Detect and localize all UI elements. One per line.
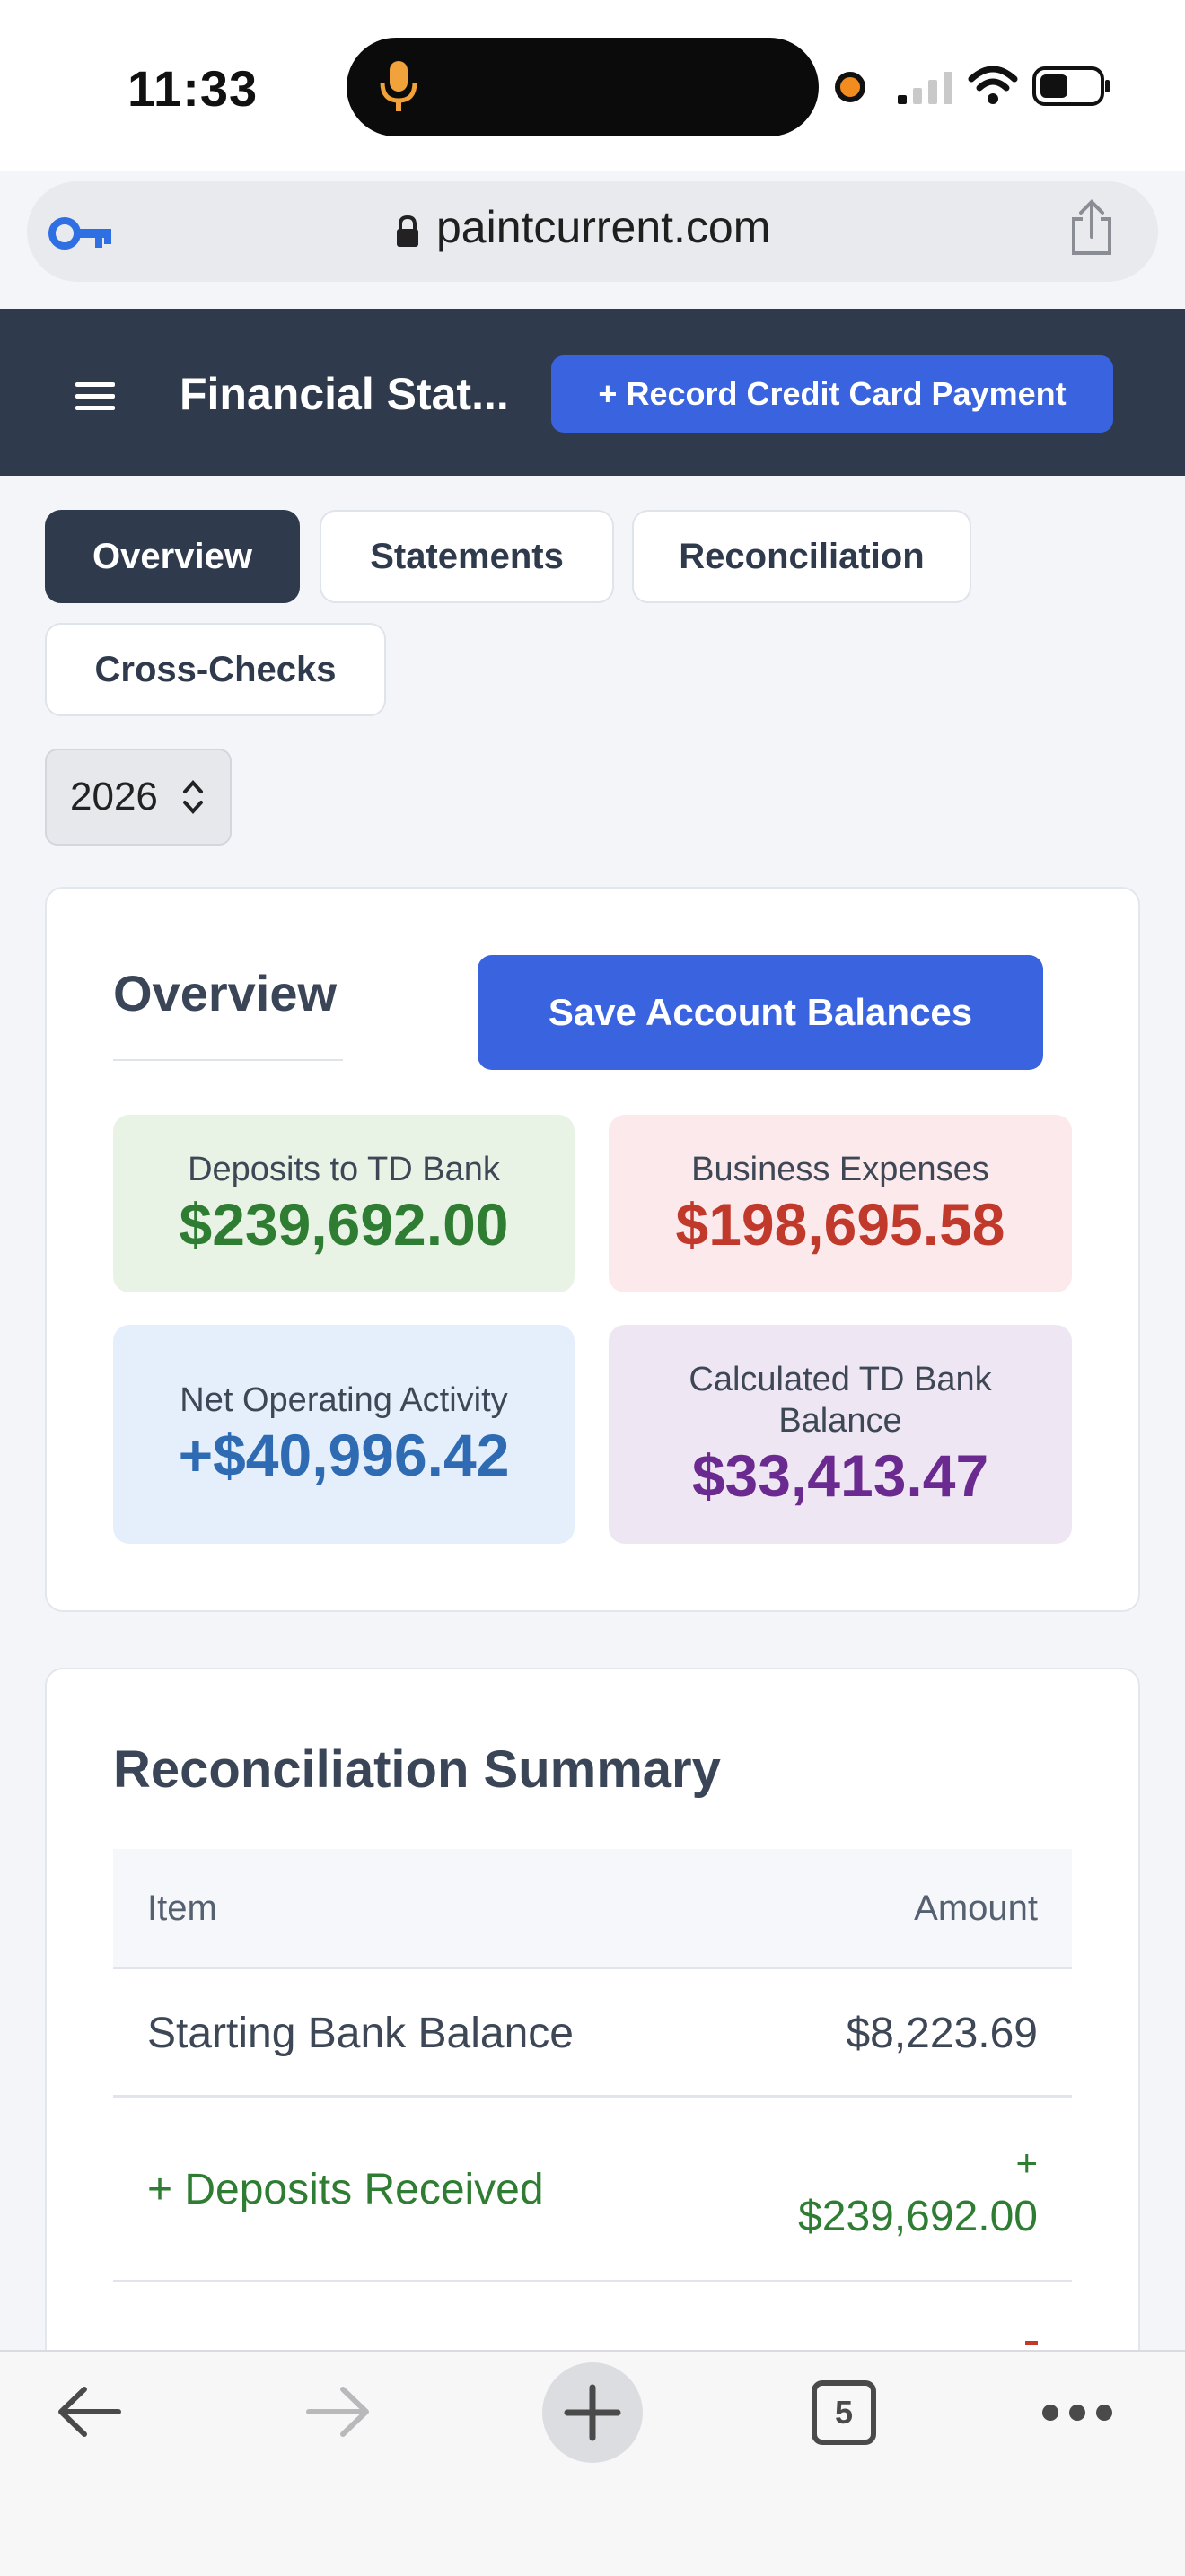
row-item-deposits-received: + Deposits Received xyxy=(147,2166,544,2213)
metric-deposits: Deposits to TD Bank $239,692.00 xyxy=(113,1115,575,1292)
microphone-icon xyxy=(380,61,417,111)
page-title: Financial Stat... xyxy=(180,369,509,419)
metric-label: Deposits to TD Bank xyxy=(188,1151,500,1188)
metric-value: $33,413.47 xyxy=(691,1442,989,1509)
hamburger-menu-icon[interactable] xyxy=(75,381,115,413)
tab-cross-checks[interactable]: Cross-Checks xyxy=(45,623,386,716)
reconciliation-summary-heading: Reconciliation Summary xyxy=(113,1740,721,1799)
overview-heading-underline xyxy=(113,1059,343,1061)
cellular-signal-icon xyxy=(898,72,952,104)
metric-label: Calculated TD Bank Balance xyxy=(689,1361,992,1440)
column-header-item: Item xyxy=(147,1888,217,1928)
save-account-balances-button[interactable]: Save Account Balances xyxy=(478,955,1043,1070)
overview-heading: Overview xyxy=(113,965,338,1021)
key-icon[interactable] xyxy=(48,212,113,255)
metric-label: Net Operating Activity xyxy=(180,1381,508,1419)
row-amount-deposits-received: $239,692.00 xyxy=(798,2193,1038,2240)
metric-value: $239,692.00 xyxy=(179,1191,509,1257)
metric-value: $198,695.58 xyxy=(675,1191,1005,1257)
row-divider xyxy=(113,2095,1072,2098)
row-amount-sign: + xyxy=(1015,2142,1038,2184)
forward-arrow-icon[interactable] xyxy=(302,2380,373,2443)
metric-calculated-bank-balance: Calculated TD Bank Balance $33,413.47 xyxy=(609,1325,1072,1544)
lock-icon xyxy=(397,215,418,247)
metric-label: Business Expenses xyxy=(691,1151,989,1188)
battery-icon xyxy=(1032,66,1110,106)
more-options-icon[interactable] xyxy=(1040,2398,1115,2427)
tab-reconciliation[interactable]: Reconciliation xyxy=(632,510,971,603)
metric-net-operating-activity: Net Operating Activity +$40,996.42 xyxy=(113,1325,575,1544)
tab-overview[interactable]: Overview xyxy=(45,510,300,603)
row-divider xyxy=(113,2280,1072,2282)
wifi-icon xyxy=(968,66,1018,104)
tab-statements[interactable]: Statements xyxy=(320,510,614,603)
plus-icon xyxy=(564,2384,621,2441)
metric-value: +$40,996.42 xyxy=(178,1422,510,1488)
url-text[interactable]: paintcurrent.com xyxy=(436,201,770,253)
status-time: 11:33 xyxy=(127,60,259,117)
record-credit-card-payment-button[interactable]: + Record Credit Card Payment xyxy=(551,355,1113,433)
privacy-indicator-icon xyxy=(835,72,865,102)
row-amount-starting-balance: $8,223.69 xyxy=(846,2010,1038,2057)
tab-count-button[interactable]: 5 xyxy=(812,2380,876,2445)
back-arrow-icon[interactable] xyxy=(54,2380,126,2443)
metric-business-expenses: Business Expenses $198,695.58 xyxy=(609,1115,1072,1292)
select-arrows-icon xyxy=(183,780,203,814)
column-header-amount: Amount xyxy=(914,1888,1038,1928)
row-amount-sign-partial xyxy=(1025,2341,1038,2345)
row-item-starting-balance: Starting Bank Balance xyxy=(147,2010,574,2057)
share-icon[interactable] xyxy=(1068,199,1115,257)
year-select-value: 2026 xyxy=(70,775,158,819)
